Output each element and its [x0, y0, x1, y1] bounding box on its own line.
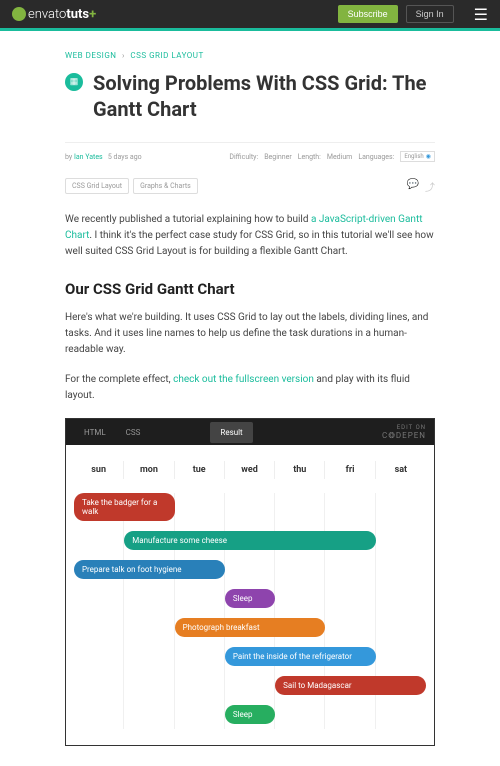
gantt-day-label: mon [124, 461, 174, 479]
breadcrumb-cat2[interactable]: CSS GRID LAYOUT [130, 51, 203, 60]
gantt-day-label: fri [325, 461, 375, 479]
gantt-day-label: thu [275, 461, 325, 479]
signin-button[interactable]: Sign In [406, 5, 454, 23]
difficulty-label: Difficulty: [229, 153, 258, 161]
gantt-task[interactable]: Take the badger for a walk [74, 493, 175, 521]
author-prefix: by [65, 153, 72, 161]
paragraph: Here's what we're building. It uses CSS … [65, 310, 435, 358]
gantt-task[interactable]: Manufacture some cheese [124, 531, 375, 550]
globe-icon: ◉ [426, 153, 431, 160]
language-selector[interactable]: English ◉ [400, 151, 435, 162]
logo-text: envatotuts+ [28, 7, 96, 22]
tab-html[interactable]: HTML [74, 422, 116, 443]
social-actions: 💬 ⤴ [407, 179, 435, 194]
gantt-task[interactable]: Sail to Madagascar [275, 676, 426, 695]
logo[interactable]: envatotuts+ [12, 7, 96, 22]
edit-on-codepen[interactable]: EDIT ONC❂DEPEN [382, 424, 426, 440]
gantt-chart: sunmontuewedthufrisat Take the badger fo… [66, 445, 434, 745]
gantt-task[interactable]: Sleep [225, 705, 275, 724]
article-type-icon: ▦ [65, 73, 83, 91]
gantt-day-label: sat [376, 461, 426, 479]
section-heading: Our CSS Grid Gantt Chart [65, 280, 435, 298]
paragraph: We recently published a tutorial explain… [65, 212, 435, 260]
tag[interactable]: CSS Grid Layout [65, 178, 129, 194]
breadcrumb-cat1[interactable]: WEB DESIGN [65, 51, 117, 60]
gantt-day-label: tue [175, 461, 225, 479]
menu-icon[interactable]: ☰ [474, 5, 488, 24]
text: For the complete effect, [65, 374, 173, 385]
subscribe-button[interactable]: Subscribe [338, 5, 398, 23]
topbar: envatotuts+ Subscribe Sign In ☰ [0, 0, 500, 28]
share-icon[interactable]: ⤴ [425, 179, 435, 194]
leaf-icon [12, 7, 26, 21]
tab-result[interactable]: Result [210, 422, 252, 443]
gantt-day-label: sun [74, 461, 124, 479]
gantt-task[interactable]: Sleep [225, 589, 275, 608]
gantt-tasks: Take the badger for a walk Manufacture so… [74, 493, 426, 729]
gantt-task[interactable]: Prepare talk on foot hygiene [74, 560, 225, 579]
article-container: WEB DESIGN › CSS GRID LAYOUT ▦ Solving P… [65, 31, 435, 766]
text: We recently published a tutorial explain… [65, 214, 311, 225]
length-value: Medium [327, 153, 352, 161]
author-link[interactable]: Ian Yates [74, 153, 103, 161]
gantt-task[interactable]: Photograph breakfast [175, 618, 326, 637]
meta-left: by Ian Yates 5 days ago [65, 153, 142, 161]
chevron-right-icon: › [122, 51, 125, 60]
difficulty-value: Beginner [264, 153, 292, 161]
page-title: Solving Problems With CSS Grid: The Gant… [93, 70, 435, 122]
text: . I think it's the perfect case study fo… [65, 230, 434, 257]
codepen-header: HTML CSS Result EDIT ONC❂DEPEN [66, 419, 434, 445]
divider [65, 142, 435, 143]
gantt-body: Take the badger for a walk Manufacture so… [74, 493, 426, 729]
gantt-day-header: sunmontuewedthufrisat [74, 461, 426, 479]
breadcrumb: WEB DESIGN › CSS GRID LAYOUT [65, 51, 435, 60]
codepen-tabs: HTML CSS Result [74, 422, 253, 443]
article-meta: by Ian Yates 5 days ago Difficulty: Begi… [65, 151, 435, 162]
gantt-task[interactable]: Paint the inside of the refrigerator [225, 647, 376, 666]
codepen-embed: HTML CSS Result EDIT ONC❂DEPEN sunmontue… [65, 418, 435, 746]
inline-link[interactable]: check out the fullscreen version [173, 374, 314, 385]
tag-list: CSS Grid Layout Graphs & Charts [65, 178, 198, 194]
paragraph: For the complete effect, check out the f… [65, 372, 435, 404]
gantt-day-label: wed [225, 461, 275, 479]
codepen-brand: C❂DEPEN [382, 431, 426, 440]
title-row: ▦ Solving Problems With CSS Grid: The Ga… [65, 70, 435, 122]
languages-label: Languages: [358, 153, 394, 161]
comment-icon[interactable]: 💬 [407, 179, 419, 194]
tab-css[interactable]: CSS [116, 422, 151, 443]
length-label: Length: [298, 153, 321, 161]
meta-right: Difficulty: Beginner Length: Medium Lang… [229, 151, 435, 162]
topbar-actions: Subscribe Sign In ☰ [338, 5, 488, 24]
publish-date: 5 days ago [108, 153, 142, 161]
tag[interactable]: Graphs & Charts [133, 178, 198, 194]
edit-label: EDIT ON [382, 424, 426, 431]
